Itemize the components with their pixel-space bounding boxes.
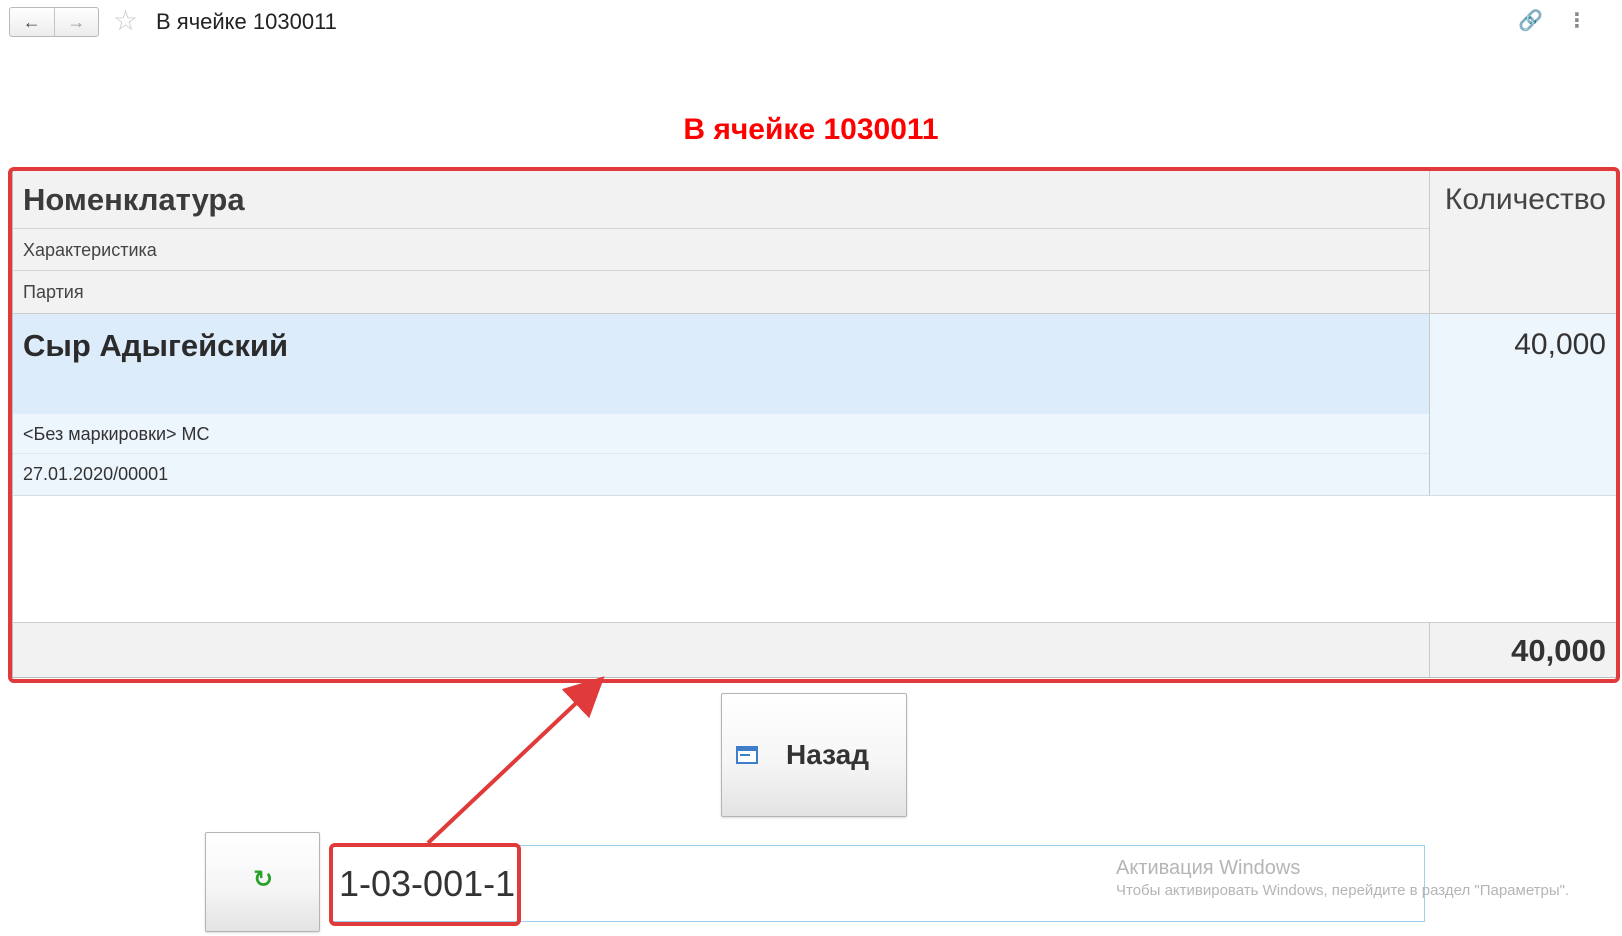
page-heading: В ячейке 1030011	[683, 113, 939, 146]
star-icon[interactable]: ☆	[113, 6, 138, 36]
row-name-cell[interactable]: Сыр Адыгейский	[13, 314, 1429, 414]
back-button-label: Назад	[786, 739, 870, 770]
row-characteristic-cell[interactable]: <Без маркировки> МС	[13, 414, 1429, 454]
refresh-button[interactable]: ↻	[205, 832, 320, 932]
arrow-left-icon[interactable]: ←	[10, 8, 55, 36]
table-footer	[13, 622, 1429, 677]
column-header-batch[interactable]: Партия	[13, 271, 1429, 314]
arrow-right-icon[interactable]: →	[55, 8, 99, 36]
more-vertical-icon[interactable]: ⋮	[1567, 8, 1587, 34]
column-header-name[interactable]: Номенклатура	[13, 171, 1429, 229]
windows-activation-title: Активация Windows	[1116, 857, 1301, 879]
total-quantity: 40,000	[1429, 622, 1616, 677]
navigation-buttons: ← →	[9, 7, 99, 37]
windows-activation-text: Чтобы активировать Windows, перейдите в …	[1116, 882, 1570, 899]
row-batch-cell[interactable]: 27.01.2020/00001	[13, 454, 1429, 496]
link-icon[interactable]: 🔗	[1518, 8, 1543, 34]
column-header-characteristic[interactable]: Характеристика	[13, 229, 1429, 271]
back-button[interactable]: Назад	[721, 693, 907, 817]
window-title: В ячейке 1030011	[156, 9, 337, 34]
column-header-quantity[interactable]: Количество	[1429, 171, 1616, 314]
exit-form-icon	[736, 746, 758, 764]
row-quantity-cell[interactable]: 40,000	[1429, 314, 1616, 496]
refresh-icon: ↻	[253, 866, 274, 893]
stock-table: Номенклатура Характеристика Партия Колич…	[12, 170, 1617, 678]
